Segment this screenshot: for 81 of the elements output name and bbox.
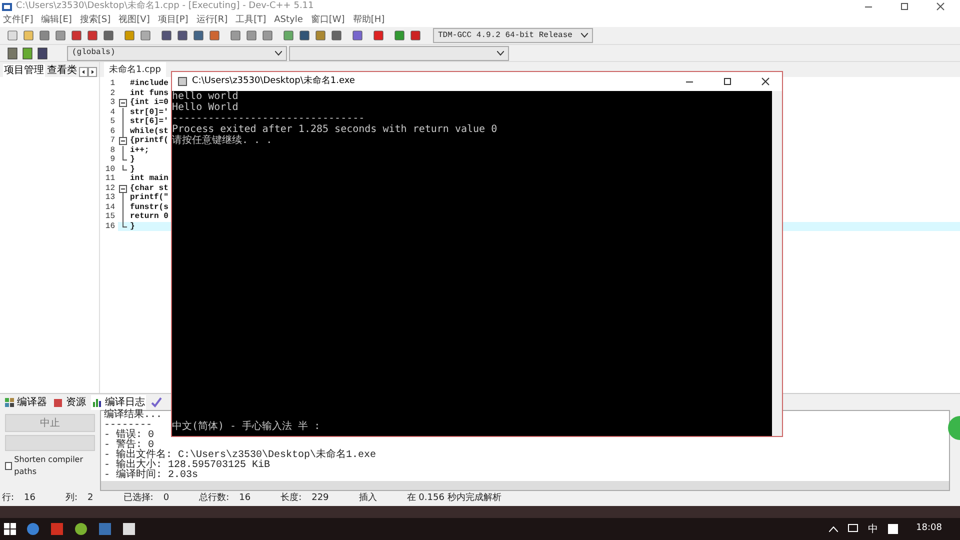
console-line: Process exited after 1.285 seconds with return value 0 <box>172 124 498 135</box>
code-line: return 0 <box>129 212 168 222</box>
status-value: 229 <box>312 492 329 505</box>
menu-item[interactable]: 窗口[W] <box>310 14 345 28</box>
menu-item[interactable]: 运行[R] <box>196 14 228 28</box>
console-line: hello world <box>172 91 240 102</box>
maximize-icon[interactable] <box>900 2 908 12</box>
close-icon[interactable] <box>761 77 770 86</box>
console-line: 请按任意键继续. . . <box>172 135 274 146</box>
code-line: } <box>129 155 135 164</box>
log-line: - 编译时间: 2.03s <box>104 471 198 481</box>
file-tab[interactable]: 未命名1.cpp <box>104 62 166 77</box>
code-line: i++; <box>129 146 150 155</box>
status-label: 行: <box>2 492 14 505</box>
status-label: 长度: <box>280 492 302 505</box>
menu-item[interactable]: AStyle <box>274 14 303 28</box>
fold-marker-icon[interactable] <box>118 136 128 146</box>
fold-marker-icon[interactable] <box>118 98 128 108</box>
console-title: C:\Users\z3530\Desktop\未命名1.exe <box>192 74 356 88</box>
clock[interactable]: 18:08 <box>916 522 942 536</box>
code-line: str[0]=' <box>129 108 168 117</box>
status-value: 16 <box>24 492 36 505</box>
code-line: str[6]=' <box>129 117 168 126</box>
dropdown-icon[interactable] <box>497 50 504 56</box>
code-line: printf(" <box>129 193 168 202</box>
chevron-up-icon[interactable] <box>829 526 838 532</box>
panel-tab[interactable]: 编译器 <box>3 394 48 410</box>
close-icon[interactable] <box>936 2 944 12</box>
notification-icon[interactable] <box>848 524 858 534</box>
horizontal-scrollbar[interactable] <box>101 481 949 490</box>
compiler-name: TDM-GCC 4.9.2 64-bit Release <box>438 30 572 42</box>
menu-item[interactable]: 工具[T] <box>236 14 266 28</box>
code-line: } <box>129 164 135 174</box>
checkbox[interactable] <box>5 462 12 470</box>
menu-item[interactable]: 文件[F] <box>3 14 34 28</box>
windows-start-icon[interactable] <box>4 523 16 535</box>
scroll-arrows-icon[interactable] <box>79 67 97 77</box>
menu-item[interactable]: 视图[V] <box>118 14 150 28</box>
menu-item[interactable]: 编辑[E] <box>41 14 72 28</box>
code-line: } <box>129 222 135 231</box>
ime-indicator[interactable]: 中 <box>868 522 878 536</box>
fold-marker-icon[interactable] <box>118 184 128 194</box>
compiler-select[interactable]: TDM-GCC 4.9.2 64-bit Release <box>433 28 593 43</box>
scope-value: (globals) <box>72 47 116 59</box>
vertical-scrollbar[interactable] <box>772 91 782 436</box>
panel-tab[interactable]: 项目管理 <box>3 64 45 77</box>
code-line: {int i=0 <box>129 98 168 108</box>
window-title: C:\Users\z3530\Desktop\未命名1.cpp - [Executing] - Dev-C++ 5.11 <box>16 0 315 14</box>
status-value: 0 <box>163 492 170 505</box>
panel-tab[interactable]: 编译日志 <box>91 394 146 410</box>
box-icon <box>53 396 64 408</box>
code-line: {char st <box>129 184 168 193</box>
scope-select[interactable]: (globals) <box>67 46 287 60</box>
menu-item[interactable]: 搜索[S] <box>80 14 111 28</box>
status-value: 插入 <box>358 492 377 505</box>
status-label: 已选择: <box>123 492 154 505</box>
log-line: 编译结果... <box>104 411 162 421</box>
status-label: 总行数: <box>199 492 230 505</box>
code-line: while(st <box>129 126 168 136</box>
panel-tab[interactable]: 查看类 <box>46 64 78 77</box>
menu-item[interactable]: 项目[P] <box>158 14 188 28</box>
input-field[interactable] <box>5 435 95 451</box>
panel-tab[interactable]: 资源 <box>52 394 87 410</box>
code-line: #include <box>129 79 168 88</box>
status-label: 列: <box>66 492 78 505</box>
code-line: int funs <box>129 88 168 98</box>
status-value: 16 <box>239 492 251 505</box>
maximize-icon[interactable] <box>723 77 732 86</box>
code-line: {printf( <box>129 136 168 146</box>
console-line: Hello World <box>172 102 240 113</box>
code-line: int main <box>129 174 168 184</box>
ime-status: 中文(简体) - 手心输入法 半 : <box>172 421 322 432</box>
code-line: funstr(s <box>129 202 168 212</box>
dropdown-icon[interactable] <box>275 50 282 56</box>
dropdown-icon[interactable] <box>581 33 588 38</box>
status-value: 2 <box>88 492 94 505</box>
console-icon <box>178 77 187 86</box>
menu-item[interactable]: 帮助[H] <box>352 14 385 28</box>
checkbox-label: Shorten compiler paths <box>14 454 84 478</box>
status-value: 在 0.156 秒内完成解析 <box>406 492 502 505</box>
console-line: -------------------------------- <box>172 113 366 124</box>
